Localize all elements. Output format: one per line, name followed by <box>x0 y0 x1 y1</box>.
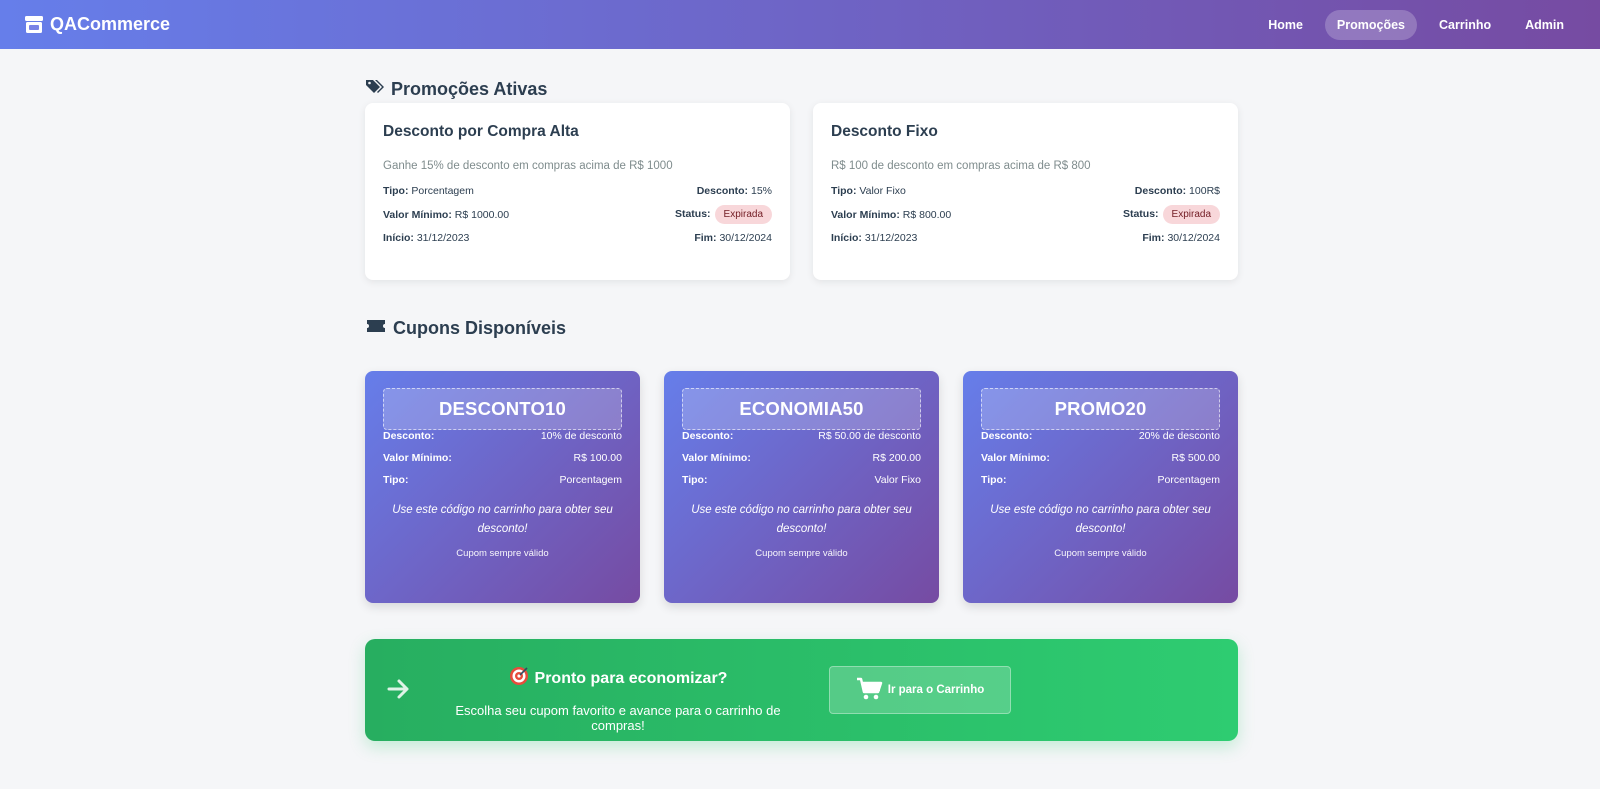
promotion-min-value: Valor Mínimo: R$ 1000.00 <box>383 208 510 221</box>
coupon-code[interactable]: DESCONTO10 <box>383 388 622 430</box>
cta-text: Pronto para economizar? Escolha seu cupo… <box>428 666 808 733</box>
nav-home[interactable]: Home <box>1256 10 1315 40</box>
coupon-discount-value: 20% de desconto <box>1138 430 1220 442</box>
go-to-cart-button[interactable]: Ir para o Carrinho <box>829 666 1011 714</box>
promotion-card: Desconto por Compra Alta Ganhe 15% de de… <box>365 103 790 280</box>
coupon-card[interactable]: PROMO20 Desconto: 20% de desconto Valor M… <box>963 371 1238 603</box>
coupon-note: Use este código no carrinho para obter s… <box>691 504 912 535</box>
promotion-details: Tipo: Porcentagem Desconto: 15% Valor Mí… <box>383 185 772 244</box>
coupon-validity: Cupom sempre válido <box>1054 548 1147 559</box>
coupon-discount-value: 10% de desconto <box>540 430 622 442</box>
promotion-end: Fim: 30/12/2024 <box>694 232 772 244</box>
coupon-type-label: Tipo: <box>981 474 1007 486</box>
cart-icon <box>856 677 884 704</box>
coupon-min-label: Valor Mínimo: <box>383 452 452 464</box>
promotion-discount: Desconto: 15% <box>696 185 772 197</box>
coupons-title-text: Cupons Disponíveis <box>393 317 567 338</box>
coupon-discount-label: Desconto: <box>682 430 734 442</box>
coupon-min-value: R$ 500.00 <box>1171 452 1220 464</box>
coupon-type-value: Valor Fixo <box>874 474 922 486</box>
go-to-cart-label: Ir para o Carrinho <box>887 684 985 696</box>
nav-admin[interactable]: Admin <box>1513 10 1576 40</box>
coupons-list: DESCONTO10 Desconto: 10% de desconto Valo… <box>365 371 1238 603</box>
nav-promocoes[interactable]: Promoções <box>1324 9 1418 40</box>
status-badge: Expirada <box>1162 205 1220 224</box>
promotion-status: Status: Expirada <box>675 205 772 224</box>
promotion-discount: Desconto: 100R$ <box>1134 185 1220 197</box>
brand-name: QACommerce <box>50 14 171 34</box>
promotion-status: Status: Expirada <box>1123 205 1220 224</box>
coupon-card[interactable]: ECONOMIA50 Desconto: R$ 50.00 de desconto… <box>664 371 939 603</box>
coupon-min-label: Valor Mínimo: <box>981 452 1050 464</box>
coupon-validity: Cupom sempre válido <box>456 548 549 559</box>
coupon-discount-value: R$ 50.00 de desconto <box>818 430 921 442</box>
coupon-min-value: R$ 200.00 <box>872 452 921 464</box>
promotion-start: Início: 31/12/2023 <box>383 232 470 244</box>
coupon-code[interactable]: ECONOMIA50 <box>682 388 921 430</box>
cta-title: Pronto para economizar? <box>428 666 808 691</box>
promotion-type: Tipo: Porcentagem <box>383 185 474 197</box>
cta-banner: Pronto para economizar? Escolha seu cupo… <box>365 639 1238 741</box>
coupon-type-value: Porcentagem <box>559 474 622 486</box>
target-icon <box>509 666 529 691</box>
promotion-type: Tipo: Valor Fixo <box>831 185 906 197</box>
promotion-min-value: Valor Mínimo: R$ 800.00 <box>831 208 952 221</box>
coupon-card[interactable]: DESCONTO10 Desconto: 10% de desconto Valo… <box>365 371 640 603</box>
promotion-description: R$ 100 de desconto em compras acima de R… <box>831 160 1091 172</box>
cta-subtitle: Escolha seu cupom favorito e avance para… <box>455 703 781 733</box>
promotion-start: Início: 31/12/2023 <box>831 232 918 244</box>
cta-title-text: Pronto para economizar? <box>534 669 728 687</box>
promotion-card: Desconto Fixo R$ 100 de desconto em comp… <box>813 103 1238 280</box>
promotions-title-text: Promoções Ativas <box>391 78 548 99</box>
promotion-end: Fim: 30/12/2024 <box>1142 232 1220 244</box>
nav-links: Home Promoções Carrinho Admin <box>1256 9 1576 40</box>
promotion-title: Desconto por Compra Alta <box>383 123 579 140</box>
status-badge: Expirada <box>714 205 772 224</box>
navbar: QACommerce Home Promoções Carrinho Admin <box>0 0 1600 49</box>
store-icon <box>24 15 44 34</box>
arrow-right-icon <box>387 678 411 705</box>
promotions-section-title: Promoções Ativas <box>365 78 547 100</box>
promotions-list: Desconto por Compra Alta Ganhe 15% de de… <box>365 103 1238 280</box>
coupon-discount-label: Desconto: <box>383 430 435 442</box>
tags-icon <box>365 78 385 101</box>
coupon-min-value: R$ 100.00 <box>573 452 622 464</box>
coupon-discount-label: Desconto: <box>981 430 1033 442</box>
ticket-icon <box>365 318 387 339</box>
coupon-type-label: Tipo: <box>682 474 708 486</box>
brand-logo[interactable]: QACommerce <box>24 14 170 35</box>
promotion-details: Tipo: Valor Fixo Desconto: 100R$ Valor M… <box>831 185 1220 244</box>
coupon-code[interactable]: PROMO20 <box>981 388 1220 430</box>
coupon-note: Use este código no carrinho para obter s… <box>990 504 1211 535</box>
promotion-title: Desconto Fixo <box>831 123 938 140</box>
coupon-note: Use este código no carrinho para obter s… <box>392 504 613 535</box>
nav-carrinho[interactable]: Carrinho <box>1427 10 1503 40</box>
coupon-type-value: Porcentagem <box>1157 474 1220 486</box>
coupon-min-label: Valor Mínimo: <box>682 452 751 464</box>
coupon-type-label: Tipo: <box>383 474 409 486</box>
coupon-validity: Cupom sempre válido <box>755 548 848 559</box>
promotion-description: Ganhe 15% de desconto em compras acima d… <box>383 160 673 172</box>
coupons-section-title: Cupons Disponíveis <box>365 317 566 339</box>
